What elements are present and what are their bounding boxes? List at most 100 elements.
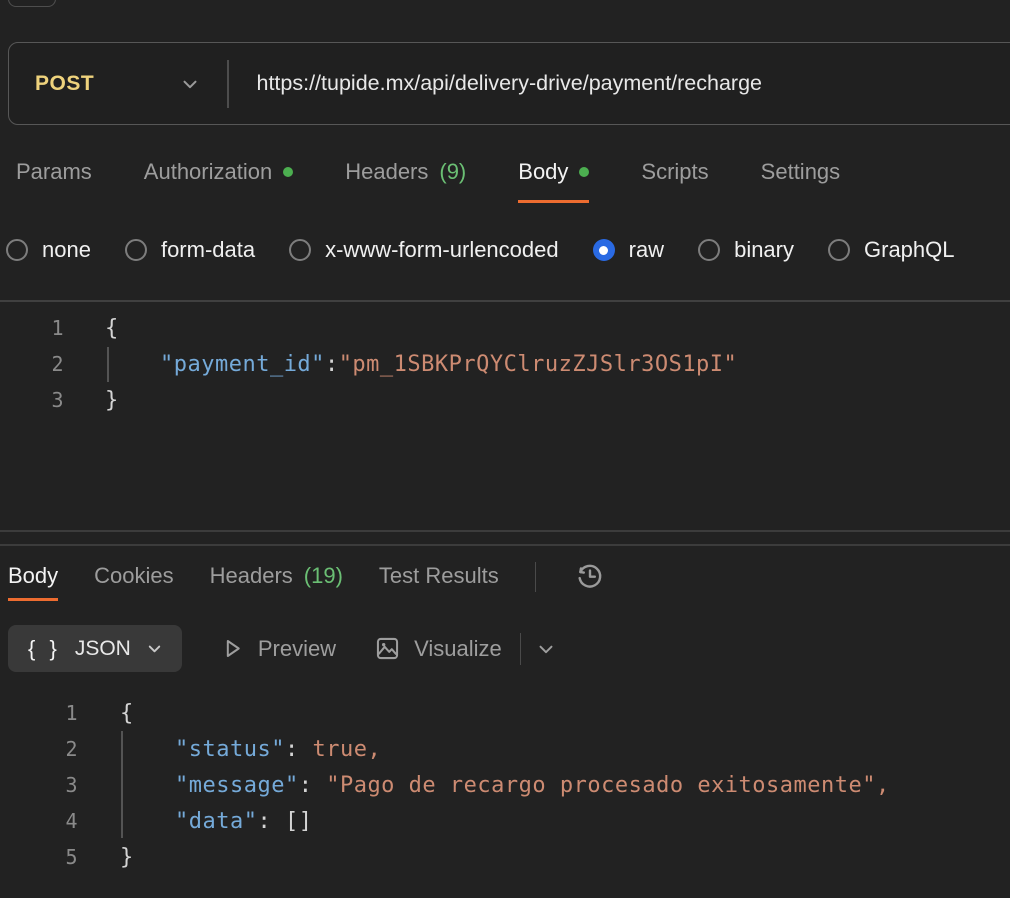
radio-label: raw xyxy=(629,237,664,263)
visualize-label: Visualize xyxy=(414,636,502,662)
preview-button[interactable]: Preview xyxy=(220,636,336,662)
response-tab-cookies[interactable]: Cookies xyxy=(94,562,173,601)
radio-icon[interactable] xyxy=(6,239,28,261)
response-tabs: Body Cookies Headers (19) Test Results xyxy=(8,562,608,601)
response-tab-test-results[interactable]: Test Results xyxy=(379,562,499,601)
tab-label: Scripts xyxy=(641,158,708,186)
code-line: 1{ xyxy=(0,695,1010,731)
code-line: 2 "status": true, xyxy=(0,731,1010,767)
code-text: "status": true, xyxy=(120,737,381,762)
radio-label: x-www-form-urlencoded xyxy=(325,237,559,263)
body-type-radio-binary[interactable]: binary xyxy=(698,237,794,263)
code-line: 3} xyxy=(0,382,1010,418)
response-tabs-separator xyxy=(535,562,537,592)
radio-label: GraphQL xyxy=(864,237,955,263)
format-label: JSON xyxy=(75,637,131,661)
url-bar: POST https://tupide.mx/api/delivery-driv… xyxy=(8,42,1010,125)
url-separator xyxy=(227,60,229,108)
body-type-radio-graphql[interactable]: GraphQL xyxy=(828,237,955,263)
code-text: "message": "Pago de recargo procesado ex… xyxy=(120,773,890,798)
radio-icon[interactable] xyxy=(125,239,147,261)
response-tab-headers[interactable]: Headers (19) xyxy=(210,562,343,601)
request-tab-authorization[interactable]: Authorization xyxy=(144,158,293,203)
response-history-button[interactable] xyxy=(572,558,608,594)
braces-icon: { } xyxy=(28,636,61,662)
visualize-button[interactable]: Visualize xyxy=(374,635,502,662)
code-line: 5} xyxy=(0,839,1010,875)
indent-guide xyxy=(107,347,109,382)
line-number: 3 xyxy=(0,388,64,412)
code-text: { xyxy=(120,701,134,726)
response-tab-body[interactable]: Body xyxy=(8,562,58,601)
code-text: { xyxy=(105,316,119,341)
request-tab-body[interactable]: Body xyxy=(518,158,589,203)
response-toolbar: { } JSON Preview Visualize xyxy=(8,625,557,672)
code-line: 2 "payment_id":"pm_1SBKPrQYClruzZJSlr3OS… xyxy=(0,346,1010,382)
code-text: "data": [] xyxy=(120,809,312,834)
tab-label: Cookies xyxy=(94,562,173,590)
request-tab-settings[interactable]: Settings xyxy=(761,158,841,203)
radio-selected-icon[interactable] xyxy=(593,239,615,261)
image-icon xyxy=(374,635,401,662)
tab-label: Settings xyxy=(761,158,841,186)
line-number: 2 xyxy=(0,352,64,376)
url-input[interactable]: https://tupide.mx/api/delivery-drive/pay… xyxy=(257,71,763,96)
code-line: 1{ xyxy=(0,310,1010,346)
request-tabs: Params Authorization Headers (9) Body Scripts… xyxy=(16,158,840,203)
method-label: POST xyxy=(35,72,94,96)
tab-count-badge: (19) xyxy=(304,562,343,590)
body-type-radio-row: none form-data x-www-form-urlencoded raw bin… xyxy=(6,237,955,263)
tab-label: Authorization xyxy=(144,158,272,186)
tab-label: Params xyxy=(16,158,92,186)
radio-icon[interactable] xyxy=(828,239,850,261)
method-dropdown[interactable]: POST xyxy=(9,43,227,124)
response-body-viewer[interactable]: 1{2 "status": true,3 "message": "Pago de… xyxy=(0,695,1010,875)
line-number: 5 xyxy=(0,845,78,869)
line-number: 1 xyxy=(0,701,78,725)
tab-label: Test Results xyxy=(379,562,499,590)
tab-label: Body xyxy=(518,158,568,186)
response-format-dropdown[interactable]: { } JSON xyxy=(8,625,182,672)
body-type-radio-x-www-form-urlencoded[interactable]: x-www-form-urlencoded xyxy=(289,237,559,263)
chevron-down-icon xyxy=(535,638,557,660)
code-text: "payment_id":"pm_1SBKPrQYClruzZJSlr3OS1p… xyxy=(105,352,737,377)
code-text: } xyxy=(105,388,119,413)
request-tab-params[interactable]: Params xyxy=(16,158,92,203)
tab-count-badge: (9) xyxy=(439,158,466,186)
tab-label: Headers xyxy=(210,562,293,590)
radio-label: form-data xyxy=(161,237,255,263)
toolbar-separator xyxy=(520,633,522,665)
request-tab-headers[interactable]: Headers (9) xyxy=(345,158,466,203)
more-view-options-chevron[interactable] xyxy=(535,638,557,660)
request-body-editor[interactable]: 1{2 "payment_id":"pm_1SBKPrQYClruzZJSlr3… xyxy=(0,310,1010,418)
tab-label: Body xyxy=(8,562,58,590)
radio-label: binary xyxy=(734,237,794,263)
body-type-radio-none[interactable]: none xyxy=(6,237,91,263)
indent-guide xyxy=(121,731,123,838)
line-number: 3 xyxy=(0,773,78,797)
preview-label: Preview xyxy=(258,636,336,662)
editor-top-divider xyxy=(0,300,1010,302)
code-line: 4 "data": [] xyxy=(0,803,1010,839)
tab-label: Headers xyxy=(345,158,428,186)
request-tab-scripts[interactable]: Scripts xyxy=(641,158,708,203)
clock-history-icon xyxy=(573,559,607,593)
pane-splitter[interactable] xyxy=(0,530,1010,532)
code-text: } xyxy=(120,845,134,870)
green-dot-indicator xyxy=(283,167,293,177)
body-type-radio-raw[interactable]: raw xyxy=(593,237,664,263)
play-icon xyxy=(220,636,245,661)
line-number: 1 xyxy=(0,316,64,340)
line-number: 2 xyxy=(0,737,78,761)
code-line: 3 "message": "Pago de recargo procesado … xyxy=(0,767,1010,803)
chevron-down-icon xyxy=(145,639,164,658)
green-dot-indicator xyxy=(579,167,589,177)
chevron-down-icon xyxy=(179,73,201,95)
pane-splitter[interactable] xyxy=(0,544,1010,546)
line-number: 4 xyxy=(0,809,78,833)
radio-icon[interactable] xyxy=(698,239,720,261)
radio-label: none xyxy=(42,237,91,263)
body-type-radio-form-data[interactable]: form-data xyxy=(125,237,255,263)
request-tab-remnant[interactable] xyxy=(8,0,56,7)
radio-icon[interactable] xyxy=(289,239,311,261)
